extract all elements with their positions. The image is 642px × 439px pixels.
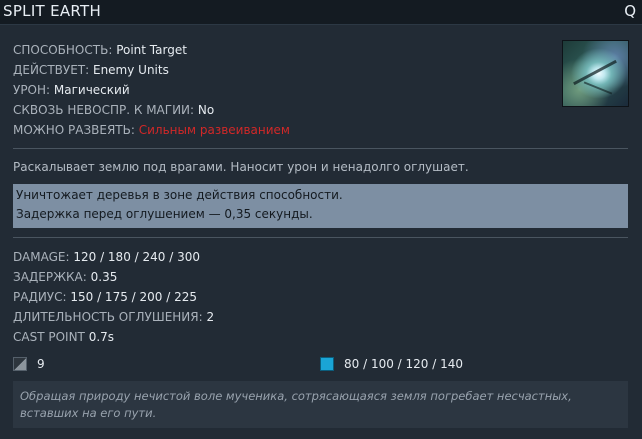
ability-description: Раскалывает землю под врагами. Наносит у…: [13, 160, 469, 174]
stat-value-dispel: Сильным развеиванием: [138, 123, 290, 137]
attr-delay: ЗАДЕРЖКА: 0.35: [13, 270, 214, 290]
stat-label: МОЖНО РАЗВЕЯТЬ:: [13, 123, 135, 137]
mana-cost: 80 / 100 / 120 / 140: [320, 356, 463, 372]
stat-dispellable: МОЖНО РАЗВЕЯТЬ: Сильным развеиванием: [13, 123, 290, 143]
divider: [13, 148, 628, 149]
ability-stats: СПОСОБНОСТЬ: Point Target ДЕЙСТВУЕТ: Ene…: [13, 43, 290, 143]
attr-label: DAMAGE:: [13, 250, 70, 264]
attr-damage: DAMAGE: 120 / 180 / 240 / 300: [13, 250, 214, 270]
attr-label: РАДИУС:: [13, 290, 67, 304]
stat-label: УРОН:: [13, 83, 51, 97]
stat-label: СПОСОБНОСТЬ:: [13, 43, 113, 57]
cooldown-value: 9: [37, 357, 45, 371]
mana-value: 80 / 100 / 120 / 140: [344, 357, 463, 371]
note-line: Задержка перед оглушением — 0,35 секунды…: [16, 207, 313, 221]
mana-icon: [320, 357, 334, 371]
attr-label: ЗАДЕРЖКА:: [13, 270, 87, 284]
stat-value: Enemy Units: [92, 63, 169, 77]
ability-lore: Обращая природу нечистой воле мученика, …: [13, 381, 628, 428]
attr-value: 150 / 175 / 200 / 225: [70, 290, 197, 304]
cooldown-cost: 9: [13, 356, 45, 372]
attr-stun-duration: ДЛИТЕЛЬНОСТЬ ОГЛУШЕНИЯ: 2: [13, 310, 214, 330]
ability-tooltip: SPLIT EARTH Q СПОСОБНОСТЬ: Point Target …: [0, 0, 642, 439]
icon-crack-detail: [583, 81, 613, 95]
split-earth-icon: [562, 40, 629, 107]
tooltip-header: SPLIT EARTH Q: [0, 0, 642, 25]
stat-value: Магический: [53, 83, 130, 97]
ability-notes: Уничтожает деревья в зоне действия спосо…: [13, 184, 628, 228]
stat-pierces-immunity: СКВОЗЬ НЕВОСПР. К МАГИИ: No: [13, 103, 290, 123]
ability-attributes: DAMAGE: 120 / 180 / 240 / 300 ЗАДЕРЖКА: …: [13, 250, 214, 350]
icon-crack-detail: [573, 59, 617, 86]
ability-title: SPLIT EARTH: [3, 2, 102, 20]
ability-hotkey: Q: [624, 2, 636, 20]
stat-label: СКВОЗЬ НЕВОСПР. К МАГИИ:: [13, 103, 195, 117]
attr-value: 0.7s: [88, 330, 115, 344]
attr-value: 120 / 180 / 240 / 300: [73, 250, 200, 264]
attr-value: 0.35: [90, 270, 118, 284]
attr-label: ДЛИТЕЛЬНОСТЬ ОГЛУШЕНИЯ:: [13, 310, 203, 324]
stat-ability-type: СПОСОБНОСТЬ: Point Target: [13, 43, 290, 63]
attr-label: CAST POINT: [13, 330, 85, 344]
note-line: Уничтожает деревья в зоне действия спосо…: [16, 188, 343, 202]
attr-cast-point: CAST POINT 0.7s: [13, 330, 214, 350]
divider: [13, 237, 628, 238]
cooldown-icon: [13, 357, 27, 371]
stat-affects: ДЕЙСТВУЕТ: Enemy Units: [13, 63, 290, 83]
stat-label: ДЕЙСТВУЕТ:: [13, 63, 90, 77]
stat-value: Point Target: [116, 43, 187, 57]
stat-damage-type: УРОН: Магический: [13, 83, 290, 103]
stat-value: No: [197, 103, 215, 117]
attr-radius: РАДИУС: 150 / 175 / 200 / 225: [13, 290, 214, 310]
attr-value: 2: [206, 310, 215, 324]
